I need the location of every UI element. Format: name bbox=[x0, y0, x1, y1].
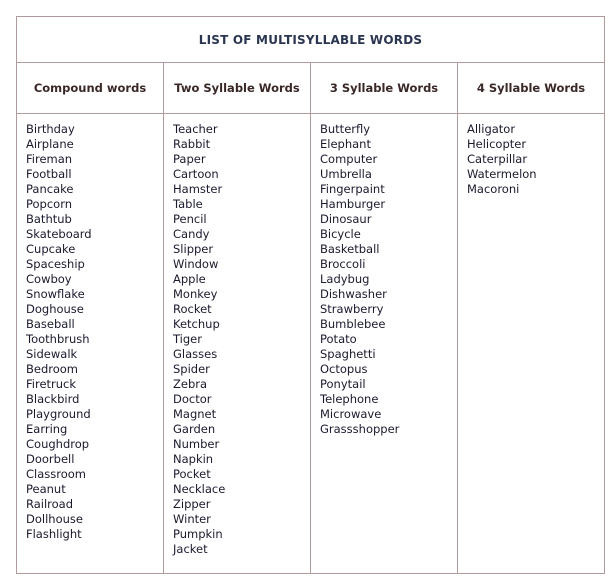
word-item: Firetruck bbox=[26, 377, 77, 391]
word-item: Toothbrush bbox=[26, 332, 90, 346]
word-list-two-syllable: Teacher Rabbit Paper Cartoon Hamster Table Pen… bbox=[163, 113, 311, 574]
column-header-compound: Compound words bbox=[16, 62, 164, 114]
word-item: Fireman bbox=[26, 152, 73, 166]
column-header-two-syllable: Two Syllable Words bbox=[163, 62, 311, 114]
word-item: Cowboy bbox=[26, 272, 72, 286]
word-list-compound: Birthday Airplane Fireman Football Pancake Po… bbox=[16, 113, 164, 574]
word-item: Playground bbox=[26, 407, 91, 421]
word-item: Fingerpaint bbox=[320, 182, 385, 196]
word-item: Number bbox=[173, 437, 220, 451]
word-item: Doorbell bbox=[26, 452, 75, 466]
word-item: Bathtub bbox=[26, 212, 72, 226]
word-item: Grassshopper bbox=[320, 422, 400, 436]
word-item: Alligator bbox=[467, 122, 516, 136]
word-item: Spaghetti bbox=[320, 347, 376, 361]
word-item: Pancake bbox=[26, 182, 74, 196]
word-item: Basketball bbox=[320, 242, 380, 256]
word-item: Spider bbox=[173, 362, 210, 376]
word-item: Popcorn bbox=[26, 197, 73, 211]
word-item: Pocket bbox=[173, 467, 211, 481]
word-item: Coughdrop bbox=[26, 437, 90, 451]
word-list-four-syllable: Alligator Helicopter Caterpillar Watermelon… bbox=[457, 113, 605, 574]
word-item: Classroom bbox=[26, 467, 87, 481]
word-item: Bumblebee bbox=[320, 317, 386, 331]
word-item: Sidewalk bbox=[26, 347, 78, 361]
word-item: Zipper bbox=[173, 497, 211, 511]
word-item: Strawberry bbox=[320, 302, 384, 316]
word-item: Earring bbox=[26, 422, 68, 436]
word-item: Cupcake bbox=[26, 242, 76, 256]
multisyllable-words-table: LIST OF MULTISYLLABLE WORDS Compound wor… bbox=[16, 16, 605, 574]
word-item: Umbrella bbox=[320, 167, 372, 181]
word-item: Pumpkin bbox=[173, 527, 223, 541]
word-item: Winter bbox=[173, 512, 211, 526]
word-item: Telephone bbox=[320, 392, 379, 406]
word-item: Garden bbox=[173, 422, 216, 436]
word-item: Watermelon bbox=[467, 167, 537, 181]
word-item: Octopus bbox=[320, 362, 368, 376]
column-header-three-syllable: 3 Syllable Words bbox=[310, 62, 458, 114]
column-header-four-syllable: 4 Syllable Words bbox=[457, 62, 605, 114]
word-item: Dinosaur bbox=[320, 212, 372, 226]
word-item: Monkey bbox=[173, 287, 218, 301]
word-item: Caterpillar bbox=[467, 152, 528, 166]
word-item: Dishwasher bbox=[320, 287, 387, 301]
word-item: Cartoon bbox=[173, 167, 219, 181]
word-item: Doghouse bbox=[26, 302, 84, 316]
word-item: Birthday bbox=[26, 122, 75, 136]
word-item: Hamburger bbox=[320, 197, 386, 211]
word-item: Peanut bbox=[26, 482, 66, 496]
word-list-three-syllable: Butterfly Elephant Computer Umbrella Fingerp… bbox=[310, 113, 458, 574]
word-item: Railroad bbox=[26, 497, 74, 511]
word-item: Zebra bbox=[173, 377, 208, 391]
word-item: Napkin bbox=[173, 452, 214, 466]
word-item: Helicopter bbox=[467, 137, 527, 151]
word-item: Computer bbox=[320, 152, 378, 166]
word-item: Spaceship bbox=[26, 257, 85, 271]
word-item: Flashlight bbox=[26, 527, 82, 541]
word-item: Football bbox=[26, 167, 72, 181]
word-item: Magnet bbox=[173, 407, 217, 421]
word-item: Ketchup bbox=[173, 317, 220, 331]
word-item: Blackbird bbox=[26, 392, 80, 406]
word-item: Ponytail bbox=[320, 377, 366, 391]
word-item: Broccoli bbox=[320, 257, 366, 271]
table-title: LIST OF MULTISYLLABLE WORDS bbox=[16, 16, 605, 63]
word-item: Doctor bbox=[173, 392, 212, 406]
word-item: Snowflake bbox=[26, 287, 85, 301]
word-item: Jacket bbox=[173, 542, 208, 556]
word-item: Baseball bbox=[26, 317, 75, 331]
word-item: Skateboard bbox=[26, 227, 92, 241]
word-item: Dollhouse bbox=[26, 512, 83, 526]
word-item: Bicycle bbox=[320, 227, 361, 241]
word-item: Macoroni bbox=[467, 182, 520, 196]
word-item: Necklace bbox=[173, 482, 226, 496]
word-item: Candy bbox=[173, 227, 210, 241]
word-item: Paper bbox=[173, 152, 206, 166]
word-item: Bedroom bbox=[26, 362, 79, 376]
word-item: Airplane bbox=[26, 137, 74, 151]
word-item: Hamster bbox=[173, 182, 223, 196]
word-item: Ladybug bbox=[320, 272, 370, 286]
word-item: Rabbit bbox=[173, 137, 211, 151]
word-item: Apple bbox=[173, 272, 206, 286]
word-item: Pencil bbox=[173, 212, 207, 226]
word-item: Glasses bbox=[173, 347, 218, 361]
word-item: Potato bbox=[320, 332, 357, 346]
word-item: Table bbox=[173, 197, 203, 211]
word-item: Tiger bbox=[173, 332, 202, 346]
word-item: Window bbox=[173, 257, 219, 271]
word-item: Microwave bbox=[320, 407, 382, 421]
word-item: Slipper bbox=[173, 242, 214, 256]
word-item: Elephant bbox=[320, 137, 371, 151]
word-item: Butterfly bbox=[320, 122, 371, 136]
word-item: Rocket bbox=[173, 302, 212, 316]
word-item: Teacher bbox=[173, 122, 218, 136]
